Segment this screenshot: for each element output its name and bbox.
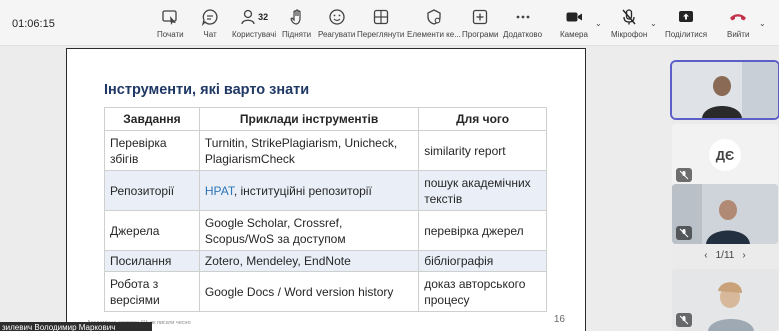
chevron-right-icon[interactable]: › (742, 250, 745, 261)
table-cell: перевірка джерел (418, 210, 547, 251)
share-screen-icon (677, 8, 695, 26)
slide-page-number: 16 (553, 314, 565, 325)
table-row: Робота з версіями Google Docs / Word ver… (104, 271, 547, 312)
table-cell: Zotero, Mendeley, EndNote (198, 250, 420, 272)
participant-tile[interactable] (672, 62, 778, 118)
camera-icon (565, 8, 583, 26)
leave-options-chevron-icon[interactable]: ⌄ (759, 19, 766, 28)
participant-count: 32 (258, 12, 269, 22)
table-row: Посилання Zotero, Mendeley, EndNote бібл… (104, 250, 547, 272)
start-icon (161, 8, 179, 26)
table-cell: Джерела (104, 210, 200, 251)
table-cell-text: , інституційні репозиторії (233, 183, 372, 198)
slide-title: Інструменти, які варто знати (104, 82, 310, 98)
people-icon (241, 9, 255, 25)
raise-hand-button[interactable]: Підняти (282, 8, 311, 39)
pager-label: 1/11 (715, 250, 735, 261)
more-button[interactable]: Додатково (503, 8, 542, 39)
participant-tile[interactable] (672, 184, 778, 244)
table-cell: Перевірка збігів (104, 130, 200, 171)
table-row: Перевірка збігів Turnitin, StrikePlagiar… (104, 130, 547, 171)
table-header-row: Завдання Приклади інструментів Для чого (104, 107, 547, 131)
chat-button[interactable]: Чат (201, 8, 219, 39)
table-cell: бібліографія (418, 250, 547, 272)
table-cell: пошук академічних текстів (418, 170, 547, 211)
repository-link: НРАТ (204, 183, 234, 198)
participants-panel: ДЄ ‹ 1/11 › (672, 46, 779, 331)
shield-gear-icon (425, 8, 443, 26)
table-cell: доказ авторського процесу (418, 271, 547, 312)
smile-icon (328, 8, 346, 26)
mic-off-icon (620, 8, 638, 26)
content-elements-button[interactable]: Елементи ке... (407, 8, 461, 39)
meeting-toolbar: 01:06:15 Почати Чат 32 Користувачі Підня… (0, 0, 779, 46)
tools-table: Завдання Приклади інструментів Для чого … (104, 107, 547, 312)
microphone-button[interactable]: Мікрофон (611, 8, 647, 39)
avatar: ДЄ (709, 139, 741, 171)
table-cell: Google Scholar, Crossref, Scopus/WoS за … (198, 210, 420, 251)
chevron-left-icon[interactable]: ‹ (704, 250, 707, 261)
start-button[interactable]: Почати (157, 8, 184, 39)
mic-off-icon (676, 168, 692, 182)
shared-screen-stage: Інструменти, які варто знати Завдання Пр… (0, 46, 672, 331)
add-app-icon (471, 8, 489, 26)
participant-video (672, 62, 778, 118)
table-row: Репозиторії НРАТ, інституційні репозитор… (104, 170, 547, 211)
meeting-timer: 01:06:15 (12, 18, 55, 30)
table-header: Приклади інструментів (198, 107, 420, 131)
presenter-name-tag: зилевич Володимир Маркович (0, 322, 152, 331)
table-cell: Google Docs / Word version history (198, 271, 420, 312)
table-header: Для чого (418, 107, 547, 131)
table-row: Джерела Google Scholar, Crossref, Scopus… (104, 210, 547, 251)
mic-options-chevron-icon[interactable]: ⌄ (650, 19, 657, 28)
table-cell: НРАТ, інституційні репозиторії (198, 170, 420, 211)
share-button[interactable]: Поділитися (665, 8, 707, 39)
mic-off-icon (676, 226, 692, 240)
leave-button[interactable]: Вийти (727, 8, 749, 39)
apps-button[interactable]: Програми (462, 8, 498, 39)
participant-tile[interactable]: ДЄ (672, 124, 778, 186)
react-button[interactable]: Реагувати (318, 8, 355, 39)
table-cell: Turnitin, StrikePlagiarism, Unicheck, Pl… (198, 130, 420, 171)
hand-icon (288, 8, 306, 26)
chat-icon (201, 8, 219, 26)
mic-off-icon (676, 313, 692, 327)
participant-tile[interactable] (672, 269, 778, 331)
hangup-icon (728, 8, 748, 26)
users-button[interactable]: 32 Користувачі (232, 8, 276, 39)
table-cell: Репозиторії (104, 170, 200, 211)
more-dots-icon (514, 8, 532, 26)
table-cell: Робота з версіями (104, 271, 200, 312)
table-cell: Посилання (104, 250, 200, 272)
table-header: Завдання (104, 107, 200, 131)
camera-button[interactable]: Камера (560, 8, 588, 39)
participants-pager: ‹ 1/11 › (672, 250, 778, 261)
grid-icon (372, 8, 390, 26)
camera-options-chevron-icon[interactable]: ⌄ (595, 19, 602, 28)
table-cell: similarity report (418, 130, 547, 171)
presentation-slide: Інструменти, які варто знати Завдання Пр… (67, 49, 585, 331)
view-button[interactable]: Переглянути (357, 8, 404, 39)
